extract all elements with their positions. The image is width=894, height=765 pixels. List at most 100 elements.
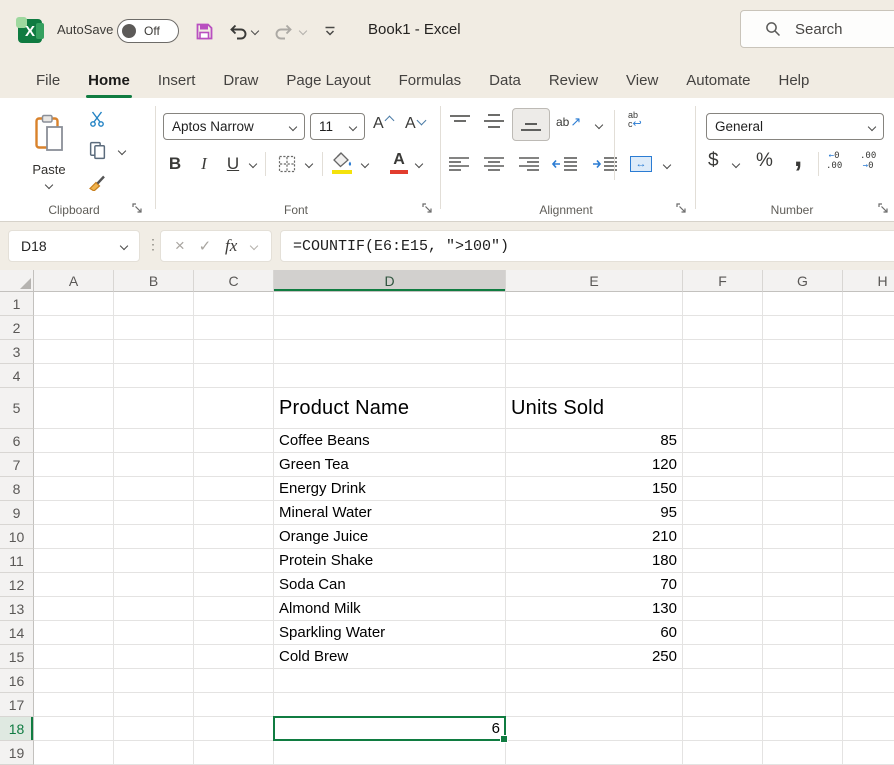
cell-G13[interactable] (763, 597, 843, 621)
cell-E9[interactable]: 95 (506, 501, 683, 525)
cell-F16[interactable] (683, 669, 763, 693)
cell-B2[interactable] (114, 316, 194, 340)
decrease-decimal-button[interactable]: .00→0 (860, 151, 876, 171)
cell-E1[interactable] (506, 292, 683, 316)
cell-D7[interactable]: Green Tea (274, 453, 506, 477)
cell-F4[interactable] (683, 364, 763, 388)
cell-E17[interactable] (506, 693, 683, 717)
cell-G1[interactable] (763, 292, 843, 316)
undo-icon[interactable] (226, 20, 250, 42)
cell-G9[interactable] (763, 501, 843, 525)
top-align-button[interactable] (448, 114, 472, 130)
cell-H2[interactable] (843, 316, 894, 340)
cell-G14[interactable] (763, 621, 843, 645)
bold-button[interactable]: B (166, 152, 184, 176)
cell-C15[interactable] (194, 645, 274, 669)
select-all-corner[interactable] (0, 270, 34, 292)
copy-dropdown-chevron[interactable] (118, 147, 126, 155)
cell-A2[interactable] (34, 316, 114, 340)
cell-E6[interactable]: 85 (506, 429, 683, 453)
cell-B15[interactable] (114, 645, 194, 669)
cell-D8[interactable]: Energy Drink (274, 477, 506, 501)
cell-D1[interactable] (274, 292, 506, 316)
clipboard-dialog-launcher[interactable] (132, 203, 143, 214)
cell-G11[interactable] (763, 549, 843, 573)
cell-E19[interactable] (506, 741, 683, 765)
cell-B19[interactable] (114, 741, 194, 765)
row-header-3[interactable]: 3 (0, 340, 34, 364)
cell-D6[interactable]: Coffee Beans (274, 429, 506, 453)
number-dialog-launcher[interactable] (878, 203, 889, 214)
borders-dropdown-chevron[interactable] (305, 160, 313, 168)
cell-F13[interactable] (683, 597, 763, 621)
cell-D14[interactable]: Sparkling Water (274, 621, 506, 645)
cell-B9[interactable] (114, 501, 194, 525)
cell-B17[interactable] (114, 693, 194, 717)
tab-review[interactable]: Review (536, 62, 611, 98)
cell-F10[interactable] (683, 525, 763, 549)
cell-A18[interactable] (34, 717, 114, 741)
tab-draw[interactable]: Draw (210, 62, 271, 98)
merge-center-icon[interactable]: ↔ (630, 156, 652, 172)
cell-D2[interactable] (274, 316, 506, 340)
cell-B11[interactable] (114, 549, 194, 573)
cell-B14[interactable] (114, 621, 194, 645)
cell-H19[interactable] (843, 741, 894, 765)
cell-H6[interactable] (843, 429, 894, 453)
cell-E18[interactable] (506, 717, 683, 741)
cell-D16[interactable] (274, 669, 506, 693)
cell-C16[interactable] (194, 669, 274, 693)
cell-H18[interactable] (843, 717, 894, 741)
cell-E2[interactable] (506, 316, 683, 340)
name-box[interactable]: D18 (8, 230, 140, 262)
cell-B13[interactable] (114, 597, 194, 621)
cell-C7[interactable] (194, 453, 274, 477)
cell-F19[interactable] (683, 741, 763, 765)
column-header-C[interactable]: C (194, 270, 274, 292)
merge-center-chevron[interactable] (663, 161, 671, 169)
cell-D10[interactable]: Orange Juice (274, 525, 506, 549)
row-header-6[interactable]: 6 (0, 429, 34, 453)
cell-B12[interactable] (114, 573, 194, 597)
cell-D17[interactable] (274, 693, 506, 717)
cancel-icon[interactable]: × (175, 236, 185, 256)
alignment-dialog-launcher[interactable] (676, 203, 687, 214)
cell-A17[interactable] (34, 693, 114, 717)
cell-F7[interactable] (683, 453, 763, 477)
currency-format-button[interactable]: $ (708, 150, 719, 172)
cell-F14[interactable] (683, 621, 763, 645)
row-header-5[interactable]: 5 (0, 388, 34, 429)
formula-bar-grip[interactable]: ⋮ (146, 236, 160, 253)
cell-H13[interactable] (843, 597, 894, 621)
cell-F2[interactable] (683, 316, 763, 340)
cell-A8[interactable] (34, 477, 114, 501)
align-left-button[interactable] (448, 156, 470, 172)
cell-C19[interactable] (194, 741, 274, 765)
cell-A10[interactable] (34, 525, 114, 549)
tab-automate[interactable]: Automate (673, 62, 763, 98)
formula-input[interactable]: =COUNTIF(E6:E15, ">100") (280, 230, 894, 262)
cell-H10[interactable] (843, 525, 894, 549)
align-center-button[interactable] (483, 156, 505, 172)
cell-F6[interactable] (683, 429, 763, 453)
cell-F9[interactable] (683, 501, 763, 525)
cell-D9[interactable]: Mineral Water (274, 501, 506, 525)
cell-E8[interactable]: 150 (506, 477, 683, 501)
cell-D13[interactable]: Almond Milk (274, 597, 506, 621)
cell-G10[interactable] (763, 525, 843, 549)
cell-G5[interactable] (763, 388, 843, 429)
fill-color-chevron[interactable] (361, 160, 369, 168)
cell-B18[interactable] (114, 717, 194, 741)
tab-help[interactable]: Help (766, 62, 823, 98)
middle-align-button[interactable] (482, 112, 506, 130)
row-header-18[interactable]: 18 (0, 717, 34, 741)
cell-H7[interactable] (843, 453, 894, 477)
cell-D12[interactable]: Soda Can (274, 573, 506, 597)
cell-G17[interactable] (763, 693, 843, 717)
cell-F17[interactable] (683, 693, 763, 717)
cell-C11[interactable] (194, 549, 274, 573)
cell-C9[interactable] (194, 501, 274, 525)
cell-F5[interactable] (683, 388, 763, 429)
row-header-10[interactable]: 10 (0, 525, 34, 549)
cell-H11[interactable] (843, 549, 894, 573)
